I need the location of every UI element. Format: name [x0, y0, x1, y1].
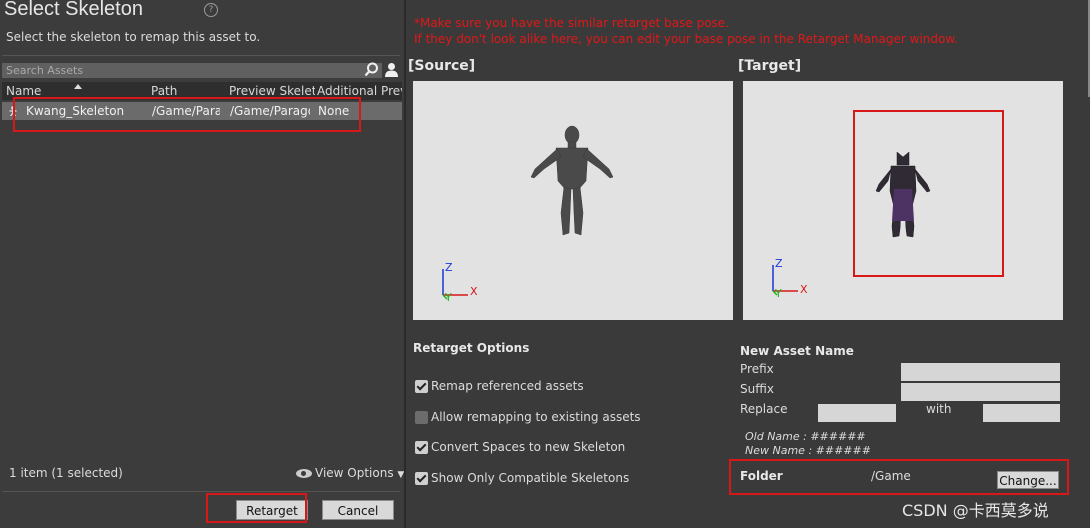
cancel-button[interactable]: Cancel — [322, 500, 394, 520]
source-mannequin: Z X Y — [442, 125, 614, 304]
eye-icon — [296, 469, 312, 478]
highlight-box-retarget — [206, 493, 307, 523]
skeleton-picker-panel — [0, 0, 404, 528]
column-header-preview-skeleton[interactable]: Preview Skeleta — [229, 84, 315, 98]
axis-x: X — [800, 283, 808, 296]
highlight-box-folder — [729, 459, 1069, 495]
prefix-field[interactable] — [901, 363, 1060, 381]
replace-with-field[interactable] — [983, 404, 1060, 422]
checkbox-label-remap-referenced: Remap referenced assets — [431, 379, 584, 393]
warning-text-1: *Make sure you have the similar retarget… — [414, 16, 730, 30]
suffix-label: Suffix — [740, 382, 774, 396]
checkbox-remap-referenced[interactable] — [415, 380, 428, 393]
checkbox-allow-remapping[interactable] — [415, 411, 428, 424]
panel-divider[interactable] — [404, 0, 406, 528]
source-label: [Source] — [408, 58, 476, 74]
prefix-label: Prefix — [740, 362, 774, 376]
sort-ascending-icon — [74, 84, 82, 89]
watermark: CSDN @卡西莫多说 — [902, 501, 1049, 520]
search-input[interactable] — [2, 63, 382, 78]
divider — [2, 55, 400, 56]
checkbox-label-convert-spaces: Convert Spaces to new Skeleton — [431, 440, 626, 454]
column-header-path[interactable]: Path — [151, 84, 223, 98]
person-icon[interactable] — [384, 62, 399, 77]
axis-x: X — [470, 285, 478, 298]
old-name-preview: Old Name : ###### — [745, 430, 866, 443]
target-label: [Target] — [738, 58, 802, 74]
dialog-subtitle: Select the skeleton to remap this asset … — [6, 30, 261, 44]
item-count: 1 item (1 selected) — [9, 466, 123, 480]
axis-z: Z — [445, 261, 453, 274]
search-icon[interactable] — [364, 62, 379, 77]
divider — [2, 491, 400, 492]
checkbox-label-compatible-skeletons: Show Only Compatible Skeletons — [431, 471, 630, 485]
axis-y: Y — [774, 287, 782, 300]
view-options-button[interactable]: View Options ▼ — [296, 466, 404, 480]
help-icon[interactable]: ? — [204, 3, 218, 17]
axis-z: Z — [775, 257, 783, 270]
axis-y: Y — [444, 291, 452, 304]
replace-from-field[interactable] — [818, 404, 896, 422]
retarget-options-title: Retarget Options — [413, 341, 530, 355]
checkbox-compatible-skeletons[interactable] — [415, 472, 428, 485]
dialog-title: Select Skeleton — [4, 0, 143, 20]
source-viewport[interactable]: Z X Y — [413, 81, 733, 320]
checkbox-convert-spaces[interactable] — [415, 441, 428, 454]
replace-label: Replace — [740, 402, 788, 416]
suffix-field[interactable] — [901, 383, 1060, 401]
highlight-box-selected-row — [13, 97, 361, 132]
column-header-additional-preview[interactable]: Additional Prev — [317, 84, 402, 98]
warning-text-2: If they don't look alike here, you can e… — [414, 32, 958, 46]
new-asset-name-title: New Asset Name — [740, 344, 854, 358]
new-name-preview: New Name : ###### — [745, 444, 871, 457]
checkbox-label-allow-remapping: Allow remapping to existing assets — [431, 410, 641, 424]
view-options-label: View Options — [315, 466, 394, 480]
with-label: with — [926, 402, 952, 416]
highlight-box-target — [853, 110, 1004, 277]
